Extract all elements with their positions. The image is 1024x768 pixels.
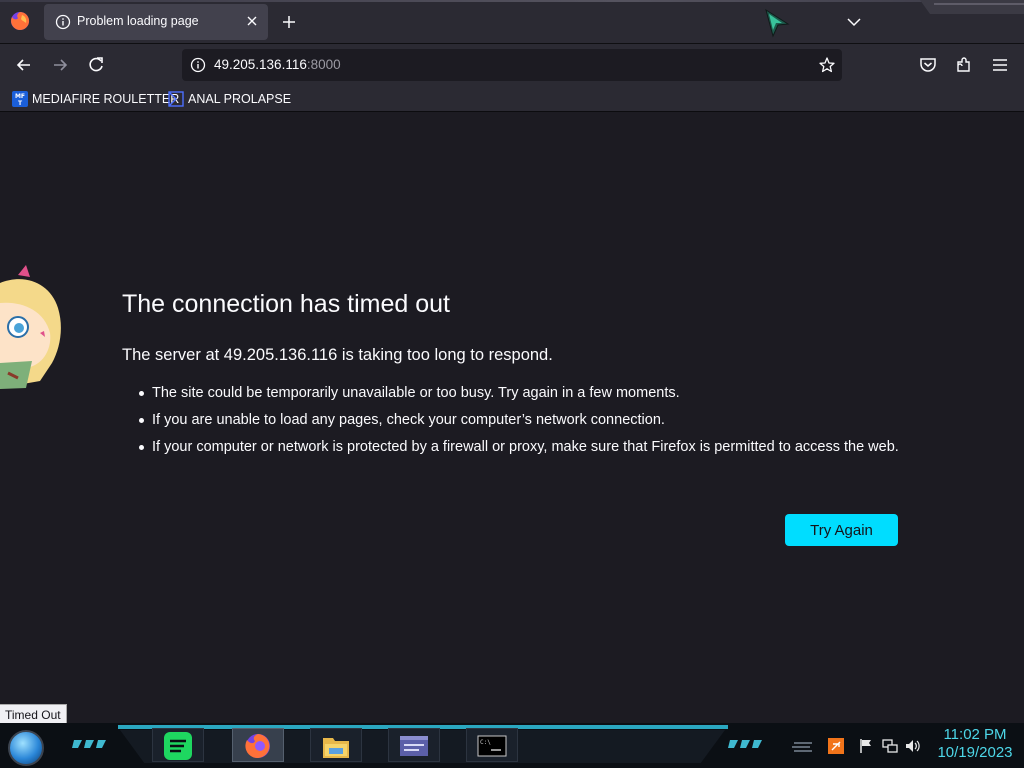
command-prompt-icon: C:\	[477, 735, 507, 757]
forward-arrow-icon[interactable]	[50, 55, 70, 75]
list-item: If your computer or network is protected…	[139, 437, 902, 457]
tab-title: Problem loading page	[77, 14, 199, 28]
reload-icon[interactable]	[86, 55, 106, 75]
page-content: The connection has timed out The server …	[0, 113, 1024, 725]
cartoon-character-image	[0, 265, 61, 389]
taskbar-app-firefox[interactable]	[232, 728, 284, 762]
spotify-icon	[164, 732, 192, 760]
bookmark-star-icon[interactable]	[818, 56, 836, 74]
list-item: If you are unable to load any pages, che…	[139, 410, 902, 430]
tray-app-icon[interactable]	[828, 738, 844, 754]
tray-lines-icon[interactable]	[792, 738, 814, 754]
start-button[interactable]	[8, 730, 44, 766]
error-subtitle: The server at 49.205.136.116 is taking t…	[122, 346, 553, 364]
back-arrow-icon[interactable]	[14, 55, 34, 75]
bookmarks-toolbar: MF T MEDIAFIRE ROULETTER ANAL PROLAPSE	[0, 86, 1024, 112]
url-text[interactable]: 49.205.136.116:8000	[214, 57, 341, 72]
mediafire-icon: MF T	[12, 91, 28, 107]
clock-time: 11:02 PM	[943, 726, 1007, 743]
window-manager-icon	[400, 736, 428, 756]
suggestions-list: The site could be temporarily unavailabl…	[139, 383, 902, 464]
url-port: :8000	[306, 57, 341, 72]
try-again-button[interactable]: Try Again	[785, 514, 898, 546]
clock-date: 10/19/2023	[937, 744, 1013, 761]
new-tab-plus-icon[interactable]	[280, 13, 298, 31]
navigation-toolbar: 49.205.136.116:8000	[0, 44, 1024, 86]
taskbar-app-spotify[interactable]	[152, 728, 204, 762]
url-host: 49.205.136.116	[214, 57, 307, 72]
taskbar-app-command-prompt[interactable]: C:\	[466, 728, 518, 762]
bookmark-anal-prolapse[interactable]: ANAL PROLAPSE	[168, 90, 291, 108]
page-title: The connection has timed out	[122, 290, 450, 318]
taskbar-app-file-explorer[interactable]	[310, 728, 362, 762]
action-center-flag-icon[interactable]	[858, 738, 874, 754]
file-explorer-icon	[323, 738, 349, 758]
volume-icon[interactable]	[905, 738, 921, 754]
info-icon	[55, 14, 71, 30]
bookmark-frame-icon	[168, 91, 184, 107]
desktop-screen: Problem loading page 49.205.136.116:8000…	[0, 0, 1024, 768]
list-item: The site could be temporarily unavailabl…	[139, 383, 902, 403]
tab-strip: Problem loading page	[0, 0, 1024, 44]
address-bar[interactable]: 49.205.136.116:8000	[182, 49, 842, 81]
system-clock[interactable]: 11:02 PM 10/19/2023	[930, 726, 1020, 762]
firefox-icon[interactable]	[10, 11, 30, 31]
taskbar-app-window-manager[interactable]	[388, 728, 440, 762]
chevron-down-icon[interactable]	[845, 13, 863, 31]
status-panel: Timed Out	[0, 704, 67, 725]
svg-text:MF: MF	[15, 93, 25, 100]
taskbar-decoration-right	[728, 740, 762, 748]
bookmark-label: ANAL PROLAPSE	[188, 92, 292, 106]
network-icon[interactable]	[882, 738, 898, 754]
svg-text:C:\: C:\	[480, 739, 491, 746]
bookmark-label: MEDIAFIRE ROULETTER	[32, 92, 180, 106]
taskbar: C:\ 11:02 PM 10/19/2023	[0, 723, 1024, 768]
firefox-icon	[245, 734, 270, 758]
extensions-icon[interactable]	[954, 55, 974, 75]
tab-problem-loading[interactable]: Problem loading page	[44, 4, 268, 40]
taskbar-decoration-left	[72, 740, 106, 748]
hamburger-menu-icon[interactable]	[990, 55, 1010, 75]
pocket-icon[interactable]	[918, 55, 938, 75]
site-info-icon[interactable]	[190, 57, 206, 73]
bookmark-mediafire[interactable]: MF T MEDIAFIRE ROULETTER	[12, 90, 179, 108]
mouse-cursor-icon	[765, 8, 790, 38]
close-tab-icon[interactable]	[244, 13, 260, 29]
window-frame-decoration	[920, 0, 1024, 14]
